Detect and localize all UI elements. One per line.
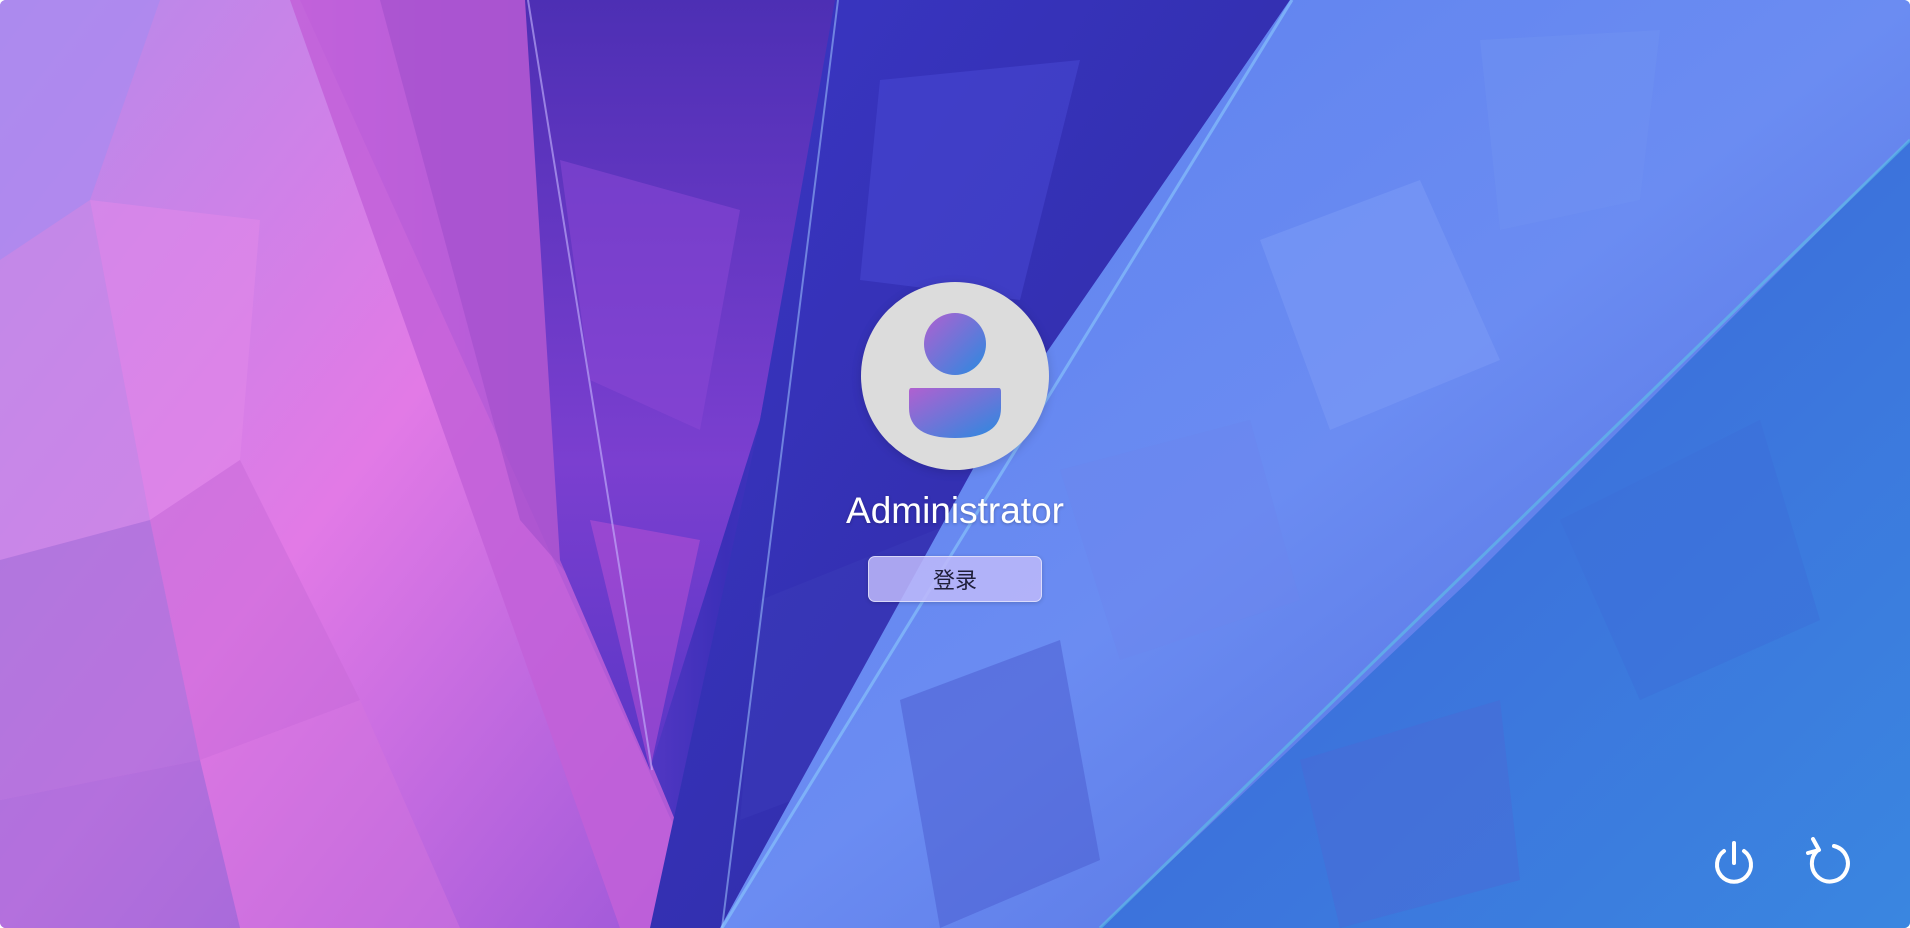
- login-screen: Administrator 登录: [0, 0, 1910, 928]
- login-panel: Administrator 登录: [805, 282, 1105, 602]
- login-button[interactable]: 登录: [868, 556, 1042, 602]
- user-avatar[interactable]: [861, 282, 1049, 470]
- power-button[interactable]: [1706, 836, 1762, 892]
- restart-button[interactable]: [1800, 834, 1856, 890]
- restart-icon: [1806, 837, 1850, 884]
- user-avatar-icon: [909, 313, 1001, 438]
- username-label: Administrator: [846, 490, 1064, 531]
- power-icon: [1715, 841, 1753, 884]
